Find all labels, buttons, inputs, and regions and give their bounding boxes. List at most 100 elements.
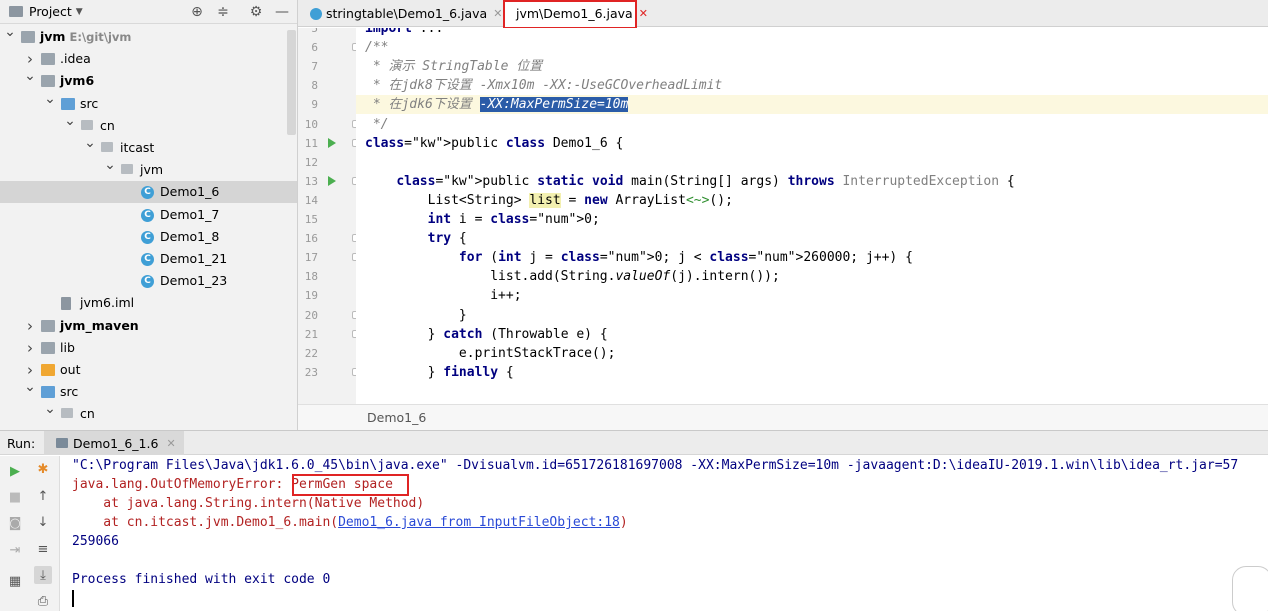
console-finished-line: Process finished with exit code 0 <box>72 572 331 587</box>
error-message: PermGen space <box>291 477 393 492</box>
line-number: 18 <box>304 270 318 284</box>
error-prefix: java.lang.OutOfMemoryError: <box>72 477 292 492</box>
line-number: 6 <box>311 41 318 55</box>
line-number: 11 <box>304 136 318 150</box>
run-gutter-icon[interactable] <box>328 137 336 148</box>
tab-jvm-demo1-6[interactable]: jvm\Demo1_6.java ✕ <box>504 0 648 27</box>
tree-item[interactable]: ⌄ src <box>0 91 297 115</box>
tree-item-path: E:\git\jvm <box>69 30 132 44</box>
hide-panel-icon[interactable]: — <box>273 3 291 21</box>
code-line: list.add(String.valueOf(j).intern()); <box>365 269 780 285</box>
camera-icon[interactable]: ◙ <box>6 514 24 532</box>
console-output[interactable]: "C:\Program Files\Java\jdk1.6.0_45\bin\j… <box>60 456 1268 611</box>
breadcrumb[interactable]: Demo1_6 <box>298 404 1268 430</box>
chevron-down-icon[interactable]: ⌄ <box>44 401 56 417</box>
chevron-down-icon[interactable]: ⌄ <box>24 68 36 84</box>
chevron-right-icon[interactable]: › <box>24 317 36 335</box>
locate-icon[interactable]: ⊕ <box>188 3 206 21</box>
tree-item-label: Demo1_6 <box>160 184 220 200</box>
rerun-icon[interactable]: ▶ <box>6 462 24 480</box>
console-trace-line: at cn.itcast.jvm.Demo1_6.main(Demo1_6.ja… <box>72 513 628 532</box>
tab-stringtable-demo1-6[interactable]: stringtable\Demo1_6.java ✕ <box>302 0 504 27</box>
tree-item[interactable]: C Demo1_6 <box>0 181 297 204</box>
trace-suffix: ) <box>619 515 628 530</box>
tree-item[interactable]: ⌄ jvm E:\git\jvm <box>0 24 297 48</box>
tab-label: jvm\Demo1_6.java <box>516 6 633 21</box>
class-icon: C <box>141 275 154 289</box>
tree-item-label: cn <box>100 117 115 133</box>
code-line: /** <box>365 40 389 56</box>
up-arrow-icon[interactable]: ↑ <box>34 487 52 505</box>
chevron-right-icon[interactable]: › <box>24 50 36 68</box>
tree-item-label: cn <box>80 406 95 422</box>
tree-item[interactable]: › out <box>0 359 297 381</box>
chevron-down-icon[interactable]: ⌄ <box>64 113 76 129</box>
run-tab[interactable]: Demo1_6_1.6 ✕ <box>44 431 184 455</box>
console-error-line: java.lang.OutOfMemoryError: PermGen spac… <box>72 475 393 494</box>
close-icon[interactable]: ✕ <box>639 7 648 20</box>
chevron-down-icon[interactable]: ⌄ <box>24 379 36 395</box>
tree-item[interactable]: › lib <box>0 337 297 359</box>
tree-item[interactable]: ⌄ cn <box>0 113 297 137</box>
tree-item-label: Demo1_21 <box>160 251 228 266</box>
tree-item[interactable]: C Demo1_23 <box>0 270 297 292</box>
scrollbar-thumb[interactable] <box>287 30 296 135</box>
tree-item[interactable]: jvm6.iml <box>0 292 297 314</box>
line-number: 9 <box>311 98 318 112</box>
scroll-to-end-icon[interactable]: ⤓ <box>34 566 52 584</box>
line-number: 10 <box>304 117 318 131</box>
close-icon[interactable]: ✕ <box>493 7 502 20</box>
tree-item[interactable]: C Demo1_8 <box>0 226 297 248</box>
editor-gutter: 5 6 7 8 9 10 11 12 13 14 15 16 17 18 19 20 21 22 23 <box>298 28 356 404</box>
tree-item[interactable]: C Demo1_21 <box>0 248 297 270</box>
chevron-down-icon[interactable]: ⌄ <box>84 135 96 151</box>
print-icon[interactable]: ⎙ <box>34 592 52 610</box>
tree-item[interactable]: ⌄ itcast <box>0 135 297 159</box>
trace-prefix: at cn.itcast.jvm.Demo1_6.main( <box>72 515 339 530</box>
debug-icon[interactable]: ✱ <box>34 460 52 478</box>
project-title[interactable]: Project <box>29 4 72 19</box>
collapse-all-icon[interactable]: ≑ <box>214 3 232 21</box>
close-icon[interactable]: ✕ <box>166 437 175 450</box>
tree-item[interactable]: ⌄ src <box>0 379 297 403</box>
tree-item[interactable]: › jvm_maven <box>0 315 297 337</box>
code-line: * 在jdk6下设置 -XX:MaxPermSize=10m <box>356 95 1268 115</box>
package-icon <box>121 164 133 175</box>
chevron-down-icon[interactable]: ⌄ <box>104 157 116 173</box>
code-line: } finally { <box>365 364 514 380</box>
run-gutter-icon[interactable] <box>328 175 336 186</box>
run-tab-label: Demo1_6_1.6 <box>73 435 159 451</box>
chevron-right-icon[interactable]: › <box>24 339 36 357</box>
tree-item[interactable]: C Demo1_7 <box>0 204 297 226</box>
folder-icon <box>41 364 55 376</box>
stop-icon[interactable]: ■ <box>6 488 24 506</box>
chevron-right-icon[interactable]: › <box>24 361 36 379</box>
tree-item[interactable]: › .idea <box>0 48 297 70</box>
chevron-down-icon[interactable]: ▼ <box>76 7 83 17</box>
folder-icon <box>41 319 55 332</box>
tree-item[interactable]: ⌄ jvm <box>0 157 297 181</box>
source-link[interactable]: Demo1_6.java from InputFileObject:18 <box>338 515 620 530</box>
chevron-down-icon[interactable]: ⌄ <box>4 24 16 40</box>
tree-item-label: src <box>80 95 99 111</box>
tree-item-label: jvm E:\git\jvm <box>40 29 132 44</box>
class-icon: C <box>141 208 154 222</box>
soft-wrap-icon[interactable]: ≡ <box>34 540 52 558</box>
line-number: 8 <box>311 79 318 93</box>
class-icon: C <box>141 230 154 244</box>
chevron-down-icon[interactable]: ⌄ <box>44 91 56 107</box>
code-line: } <box>365 307 467 323</box>
gear-icon[interactable]: ⚙ <box>247 3 265 21</box>
code-editor[interactable]: import ... /** * 演示 StringTable 位置 * 在jdk… <box>356 28 1268 404</box>
tree-item[interactable]: ⌄ jvm6 <box>0 68 297 92</box>
tree-item-label: jvm6.iml <box>80 295 135 311</box>
tree-item[interactable]: ⌄ cn <box>0 401 297 425</box>
code-line: try { <box>427 231 467 247</box>
login-icon[interactable]: ⇥ <box>6 541 24 559</box>
down-arrow-icon[interactable]: ↓ <box>34 513 52 531</box>
layout-icon[interactable]: ▦ <box>6 572 24 590</box>
tree-item-label: Demo1_8 <box>160 228 220 244</box>
code-line: int i = class="num">0; <box>427 212 600 227</box>
console-trace-line: at java.lang.String.intern(Native Method… <box>72 496 425 511</box>
package-icon <box>81 119 93 130</box>
